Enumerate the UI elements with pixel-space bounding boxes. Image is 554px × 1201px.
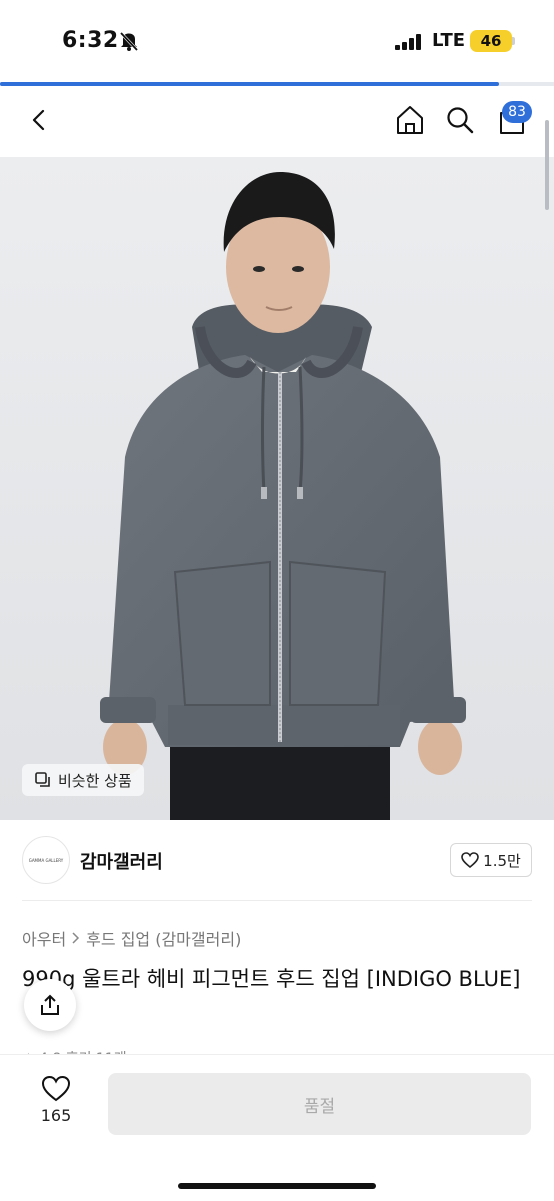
scrollbar[interactable] bbox=[545, 120, 549, 210]
divider bbox=[22, 900, 532, 901]
brand-like-button[interactable]: 1.5만 bbox=[450, 843, 532, 877]
share-icon bbox=[41, 994, 59, 1015]
breadcrumb-item-outer[interactable]: 아우터 bbox=[22, 926, 66, 950]
cart-count-badge: 83 bbox=[502, 101, 532, 123]
share-button[interactable] bbox=[24, 979, 76, 1031]
cellular-signal-icon bbox=[395, 34, 423, 54]
breadcrumb-item-category[interactable]: 후드 집업 (감마갤러리) bbox=[86, 926, 241, 950]
network-type: LTE bbox=[432, 30, 466, 51]
back-button[interactable] bbox=[20, 100, 60, 140]
status-time: 6:32 bbox=[62, 28, 119, 53]
similar-products-label: 비슷한 상품 bbox=[58, 771, 132, 790]
product-photo-model bbox=[0, 157, 554, 820]
home-button[interactable] bbox=[390, 100, 430, 140]
wishlist-count: 165 bbox=[40, 1106, 72, 1125]
sold-out-button[interactable]: 품절 bbox=[108, 1073, 531, 1135]
chevron-left-icon bbox=[32, 109, 45, 131]
battery-indicator: 46 bbox=[470, 30, 512, 52]
search-icon bbox=[447, 107, 474, 134]
similar-products-button[interactable]: 비슷한 상품 bbox=[22, 764, 144, 796]
wishlist-button[interactable]: 165 bbox=[30, 1075, 82, 1125]
heart-icon bbox=[41, 1075, 71, 1102]
brand-logo-text: GAMMA GALLERY bbox=[28, 857, 64, 863]
battery-tip bbox=[512, 37, 515, 45]
chevron-right-icon bbox=[72, 929, 80, 948]
heart-icon bbox=[461, 852, 479, 868]
brand-like-count: 1.5만 bbox=[483, 851, 521, 870]
page-progress-bar bbox=[0, 82, 554, 86]
search-button[interactable] bbox=[440, 100, 480, 140]
bell-off-icon bbox=[118, 30, 140, 56]
breadcrumb: 아우터 후드 집업 (감마갤러리) bbox=[22, 926, 241, 950]
copy-stack-icon bbox=[35, 772, 50, 787]
brand-logo[interactable]: GAMMA GALLERY bbox=[22, 836, 70, 884]
product-image[interactable] bbox=[0, 157, 554, 820]
home-icon bbox=[397, 106, 423, 134]
product-title: 990g 울트라 헤비 피그먼트 후드 집업 [INDIGO BLUE] bbox=[22, 967, 521, 991]
brand-name[interactable]: 감마갤러리 bbox=[80, 848, 163, 874]
page-progress-fill bbox=[0, 82, 499, 86]
home-indicator bbox=[178, 1183, 376, 1189]
